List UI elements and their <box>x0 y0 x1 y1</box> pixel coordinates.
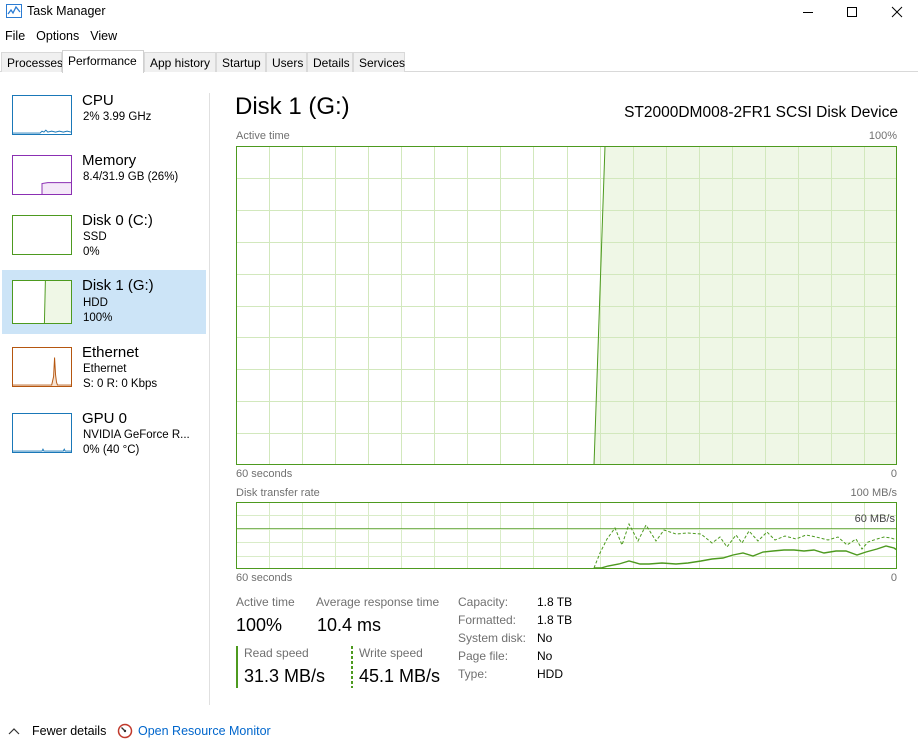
sidebar-item-usage: 0% (40 °C) <box>83 444 140 456</box>
close-button[interactable] <box>874 0 918 24</box>
active-time-stat-label: Active time <box>236 595 295 609</box>
tab-services[interactable]: Services <box>353 52 405 72</box>
read-speed-value: 31.3 MB/s <box>244 666 326 686</box>
write-speed-label: Write speed <box>359 646 423 660</box>
active-time-area <box>594 146 897 465</box>
write-speed-legend-bar <box>351 646 353 688</box>
resource-monitor-icon <box>117 723 133 739</box>
tab-details[interactable]: Details <box>307 52 353 72</box>
sidebar-item-disk0[interactable]: Disk 0 (C:) SSD 0% <box>2 204 206 268</box>
sidebar-item-ethernet[interactable]: Ethernet Ethernet S: 0 R: 0 Kbps <box>2 336 206 400</box>
read-speed-legend-bar <box>236 646 238 688</box>
active-time-chart <box>236 146 897 465</box>
memory-thumbnail <box>12 155 72 195</box>
transfer-axis-right: 0 <box>890 572 897 584</box>
tab-performance[interactable]: Performance <box>62 50 144 73</box>
sidebar-item-title: GPU 0 <box>82 410 128 427</box>
disk0-thumbnail <box>12 215 72 255</box>
sidebar-item-detail: 8.4/31.9 GB (26%) <box>83 171 179 183</box>
maximize-icon <box>847 7 857 17</box>
transfer-rate-chart <box>236 502 897 569</box>
sidebar-item-detail: 2% 3.99 GHz <box>83 111 152 123</box>
formatted-label: Formatted: <box>458 613 517 627</box>
title-bar: Task Manager <box>0 0 918 24</box>
avg-response-value: 10.4 ms <box>317 615 382 635</box>
sidebar-item-title: Disk 0 (C:) <box>82 212 153 229</box>
type-label: Type: <box>458 667 488 681</box>
minimize-button[interactable] <box>785 0 831 24</box>
page-file-value: No <box>537 649 553 663</box>
transfer-axis-left: 60 seconds <box>236 572 293 584</box>
task-manager-icon <box>6 4 22 18</box>
menu-view[interactable]: View <box>85 27 123 47</box>
gpu-thumbnail <box>12 413 72 453</box>
sidebar-item-title: Disk 1 (G:) <box>82 277 154 294</box>
window-title: Task Manager <box>27 4 106 18</box>
chart-grid <box>236 502 897 569</box>
avg-response-label: Average response time <box>316 595 440 609</box>
page-file-label: Page file: <box>458 649 509 663</box>
system-disk-label: System disk: <box>458 631 527 645</box>
sidebar-item-title: Ethernet <box>82 344 139 361</box>
tab-processes[interactable]: Processes <box>1 52 63 72</box>
type-value: HDD <box>537 667 563 681</box>
write-speed-series <box>593 522 897 569</box>
menu-bar: File Options View <box>0 27 123 47</box>
read-speed-label: Read speed <box>244 646 309 660</box>
transfer-chart-max: 100 MB/s <box>850 487 897 499</box>
write-speed-value: 45.1 MB/s <box>359 666 441 686</box>
ethernet-thumbnail <box>12 347 72 387</box>
menu-file[interactable]: File <box>0 27 31 47</box>
close-icon <box>891 6 903 18</box>
device-name: ST2000DM008-2FR1 SCSI Disk Device <box>624 104 898 121</box>
footer: Fewer details Open Resource Monitor <box>0 722 918 744</box>
sidebar-item-type: SSD <box>83 231 107 243</box>
sidebar-item-cpu[interactable]: CPU 2% 3.99 GHz <box>2 84 206 148</box>
active-time-axis-left: 60 seconds <box>236 468 293 480</box>
maximize-button[interactable] <box>829 0 875 24</box>
tab-strip: Processes Performance App history Startu… <box>0 50 918 73</box>
open-resource-monitor-link[interactable]: Open Resource Monitor <box>138 724 271 738</box>
transfer-chart-mid: 60 MB/s <box>854 513 895 525</box>
active-time-stat-value: 100% <box>236 615 283 635</box>
active-time-axis-right: 0 <box>890 468 897 480</box>
cpu-thumbnail <box>12 95 72 135</box>
capacity-label: Capacity: <box>458 595 509 609</box>
sidebar-item-memory[interactable]: Memory 8.4/31.9 GB (26%) <box>2 144 206 208</box>
sidebar-divider <box>209 93 210 705</box>
active-time-chart-max: 100% <box>868 130 897 142</box>
page-title: Disk 1 (G:) <box>235 93 350 120</box>
sidebar-item-title: CPU <box>82 92 114 109</box>
sidebar-item-model: NVIDIA GeForce R... <box>83 429 190 441</box>
sidebar-item-usage: 100% <box>83 312 113 324</box>
menu-options[interactable]: Options <box>31 27 85 47</box>
active-time-chart-label: Active time <box>236 130 290 142</box>
sidebar-item-disk1[interactable]: Disk 1 (G:) HDD 100% <box>2 270 206 334</box>
formatted-value: 1.8 TB <box>537 613 573 627</box>
chevron-up-icon <box>8 728 20 735</box>
system-disk-value: No <box>537 631 553 645</box>
sidebar-item-gpu[interactable]: GPU 0 NVIDIA GeForce R... 0% (40 °C) <box>2 402 206 466</box>
sidebar-item-title: Memory <box>82 152 137 169</box>
sidebar-item-usage: 0% <box>83 246 100 258</box>
sidebar-item-type: HDD <box>83 297 108 309</box>
tab-app-history[interactable]: App history <box>144 52 216 72</box>
sidebar-item-throughput: S: 0 R: 0 Kbps <box>83 378 158 390</box>
disk1-thumbnail <box>12 280 72 324</box>
transfer-chart-label: Disk transfer rate <box>236 487 320 499</box>
fewer-details-button[interactable]: Fewer details <box>8 724 106 738</box>
capacity-value: 1.8 TB <box>537 595 573 609</box>
tab-startup[interactable]: Startup <box>216 52 266 72</box>
minimize-icon <box>803 12 813 13</box>
fewer-details-label: Fewer details <box>32 724 107 738</box>
tab-users[interactable]: Users <box>266 52 307 72</box>
sidebar-item-adapter: Ethernet <box>83 363 127 375</box>
